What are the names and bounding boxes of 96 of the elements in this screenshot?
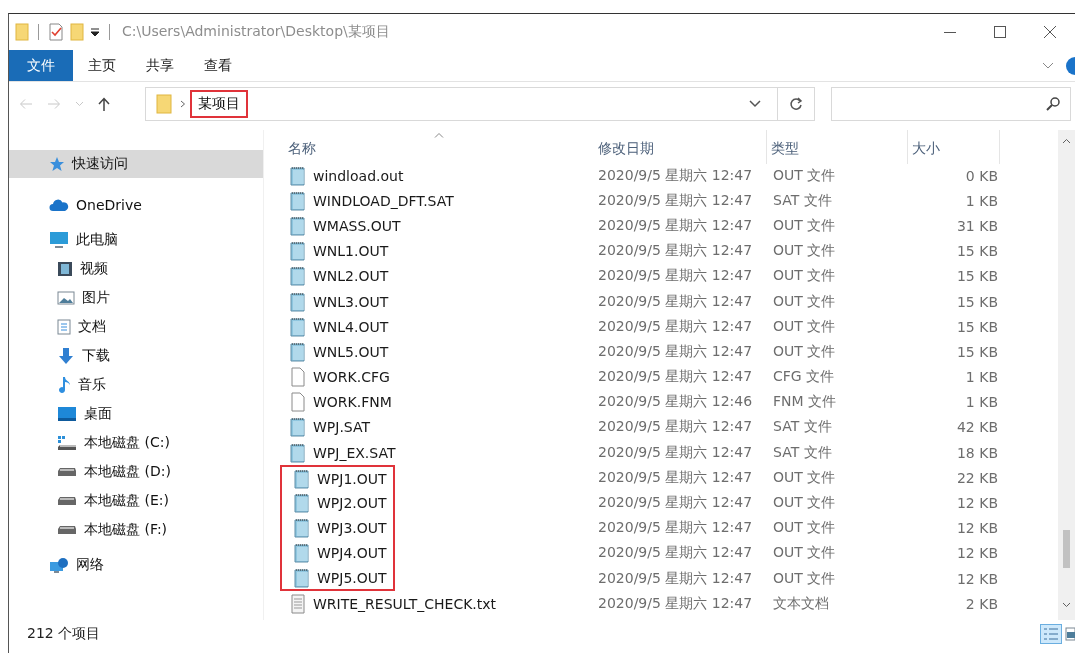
type-cell-text: FNM 文件 — [772, 392, 838, 412]
address-bar[interactable]: 某项目 — [145, 87, 778, 121]
size-cell-text: 18 KB — [955, 443, 999, 463]
file-name[interactable]: WNL4.OUT — [313, 318, 389, 335]
file-name[interactable]: WPJ2.OUT — [317, 495, 387, 512]
size-cell-text: 2 KB — [964, 594, 999, 614]
sidebar-item[interactable]: 网络 — [9, 550, 263, 579]
ribbon-tab[interactable]: 文件 — [9, 50, 73, 81]
date-cell-text: 2020/9/5 星期六 12:47 — [597, 291, 754, 311]
size-cell-text: 12 KB — [955, 569, 999, 589]
size-cell-text: 42 KB — [955, 418, 999, 438]
type-cell-text: SAT 文件 — [772, 190, 833, 210]
ribbon-tab[interactable]: 共享 — [131, 50, 189, 81]
file-name[interactable]: WNL2.OUT — [313, 268, 389, 285]
file-name[interactable]: WNL1.OUT — [313, 243, 389, 260]
date-cell-text: 2020/9/5 星期六 12:47 — [597, 341, 754, 361]
date-cell-text: 2020/9/5 星期六 12:46 — [597, 392, 754, 412]
type-cell-text: OUT 文件 — [772, 341, 837, 361]
sidebar-item[interactable]: 此电脑 — [9, 225, 263, 254]
file-name[interactable]: WNL5.OUT — [313, 343, 389, 360]
sidebar-item[interactable]: 音乐 — [9, 370, 263, 399]
size-cell-text: 1 KB — [964, 191, 999, 211]
size-cell-text: 15 KB — [955, 292, 999, 312]
date-cell-text: 2020/9/5 星期六 12:47 — [597, 493, 754, 513]
size-cell-text: 1 KB — [964, 393, 999, 413]
file-name[interactable]: WINDLOAD_DFT.SAT — [313, 192, 454, 209]
file-name[interactable]: WORK.CFG — [313, 369, 390, 386]
type-cell-text: OUT 文件 — [772, 215, 837, 235]
size-cell-text: 12 KB — [955, 494, 999, 514]
date-cell-text: 2020/9/5 星期六 12:47 — [597, 266, 754, 286]
size-cell-text: 15 KB — [955, 242, 999, 262]
sidebar-item[interactable]: 视频 — [9, 254, 263, 283]
type-cell-text: OUT 文件 — [772, 266, 837, 286]
type-cell-text: OUT 文件 — [772, 518, 837, 538]
file-name[interactable]: windload.out — [313, 167, 404, 184]
date-cell-text: 2020/9/5 星期六 12:47 — [597, 316, 754, 336]
status-text: 212 个项目 — [27, 625, 101, 643]
file-name[interactable]: WMASS.OUT — [313, 217, 401, 234]
sidebar-item[interactable]: 本地磁盘 (C:) — [9, 428, 263, 457]
date-cell-text: 2020/9/5 星期六 12:47 — [597, 190, 754, 210]
file-name[interactable]: WPJ3.OUT — [317, 520, 387, 537]
date-cell-text: 2020/9/5 星期六 12:47 — [597, 543, 754, 563]
type-cell-text: OUT 文件 — [772, 467, 837, 487]
date-cell-text: 2020/9/5 星期六 12:47 — [597, 442, 754, 462]
type-cell-text: OUT 文件 — [772, 543, 837, 563]
date-cell-text: 2020/9/5 星期六 12:47 — [597, 417, 754, 437]
size-cell-text: 22 KB — [955, 468, 999, 488]
sidebar-item[interactable]: 本地磁盘 (E:) — [9, 486, 263, 515]
sidebar-item[interactable]: 本地磁盘 (D:) — [9, 457, 263, 486]
sidebar-item[interactable]: 快速访问 — [9, 150, 263, 178]
type-cell-text: SAT 文件 — [772, 417, 833, 437]
window-title: C:\Users\Administrator\Desktop\某项目 — [122, 23, 390, 41]
type-cell-text: OUT 文件 — [772, 316, 837, 336]
date-cell-text: 2020/9/5 星期六 12:47 — [597, 241, 754, 261]
size-cell-text: 15 KB — [955, 317, 999, 337]
size-cell-text: 31 KB — [955, 216, 999, 236]
file-name[interactable]: WPJ_EX.SAT — [313, 444, 396, 461]
type-cell-text: CFG 文件 — [772, 367, 836, 387]
date-cell-text: 2020/9/5 星期六 12:47 — [597, 518, 754, 538]
type-cell-text: SAT 文件 — [772, 442, 833, 462]
type-cell-text: OUT 文件 — [772, 241, 837, 261]
file-name[interactable]: WRITE_RESULT_CHECK.txt — [313, 595, 497, 612]
column-header[interactable]: 类型 — [767, 130, 908, 164]
column-header[interactable]: 大小 — [908, 130, 1000, 164]
file-name[interactable]: WPJ4.OUT — [317, 545, 387, 562]
size-cell-text: 15 KB — [955, 342, 999, 362]
file-name[interactable]: WORK.FNM — [313, 394, 392, 411]
date-cell-text: 2020/9/5 星期六 12:47 — [597, 165, 754, 185]
size-cell-text: 12 KB — [955, 544, 999, 564]
file-name[interactable]: WNL3.OUT — [313, 293, 389, 310]
date-cell-text: 2020/9/5 星期六 12:47 — [597, 568, 754, 588]
date-cell-text: 2020/9/5 星期六 12:47 — [597, 467, 754, 487]
size-cell-text: 0 KB — [964, 166, 999, 186]
sidebar-item[interactable]: 下载 — [9, 341, 263, 370]
size-cell-text: 12 KB — [955, 519, 999, 539]
column-header[interactable]: 名称 — [284, 130, 594, 164]
size-cell-text: 15 KB — [955, 267, 999, 287]
column-header[interactable]: 修改日期 — [594, 130, 767, 164]
date-cell-text: 2020/9/5 星期六 12:47 — [597, 215, 754, 235]
ribbon-tab[interactable]: 主页 — [73, 50, 131, 81]
sidebar-item[interactable]: 桌面 — [9, 399, 263, 428]
sidebar-item[interactable]: OneDrive — [9, 190, 263, 219]
date-cell-text: 2020/9/5 星期六 12:47 — [597, 367, 754, 387]
sidebar-item[interactable]: 文档 — [9, 312, 263, 341]
file-name[interactable]: WPJ.SAT — [313, 419, 371, 436]
size-cell-text: 1 KB — [964, 368, 999, 388]
sidebar-item[interactable]: 图片 — [9, 283, 263, 312]
date-cell-text: 2020/9/5 星期六 12:47 — [597, 593, 754, 613]
type-cell-text: OUT 文件 — [772, 291, 837, 311]
type-cell-text: OUT 文件 — [772, 493, 837, 513]
type-cell-text: 文本文档 — [772, 593, 830, 613]
type-cell-text: OUT 文件 — [772, 165, 837, 185]
breadcrumb-item[interactable]: 某项目 — [190, 90, 248, 118]
ribbon-tab[interactable]: 查看 — [189, 50, 247, 81]
sidebar-item[interactable]: 本地磁盘 (F:) — [9, 515, 263, 544]
type-cell-text: OUT 文件 — [772, 568, 837, 588]
